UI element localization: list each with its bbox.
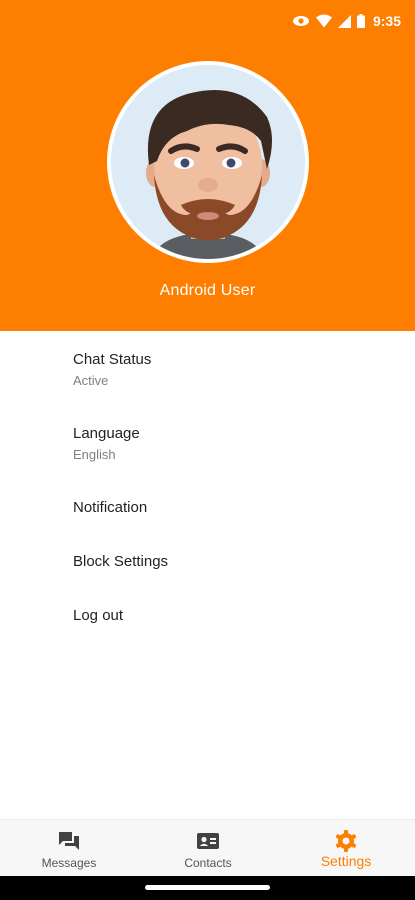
setting-block-settings[interactable]: Block Settings [73,552,373,572]
battery-icon [356,14,365,28]
setting-log-out[interactable]: Log out [73,606,373,626]
setting-title: Log out [73,607,124,624]
setting-title: Notification [73,499,148,516]
wifi-icon [315,14,332,28]
setting-title: Language [73,425,140,442]
gear-icon [334,829,358,853]
eye-icon [292,14,310,28]
bottom-navigation: Messages Contacts Settings [0,819,415,876]
setting-subtitle: Active [73,373,109,388]
home-gesture-bar[interactable] [145,885,270,890]
user-name: Android User [159,282,256,299]
nav-label: Contacts [184,856,232,870]
avatar[interactable] [107,61,309,263]
nav-label: Settings [320,853,372,869]
messages-icon [57,829,81,853]
setting-chat-status[interactable]: Chat Status Active [73,350,373,390]
setting-subtitle: English [73,447,116,462]
nav-label: Messages [41,856,97,870]
setting-title: Chat Status [73,351,152,368]
signal-icon [337,14,351,28]
status-time: 9:35 [372,13,401,29]
setting-language[interactable]: Language English [73,424,373,464]
nav-settings[interactable]: Settings [286,820,406,877]
nav-contacts[interactable]: Contacts [148,820,268,877]
system-gesture-area [0,876,415,900]
contacts-icon [196,829,220,853]
avatar-image [111,65,305,259]
status-bar: 9:35 [0,0,415,40]
nav-messages[interactable]: Messages [9,820,129,877]
profile-header: 9:35 Android User [0,0,415,331]
setting-notification[interactable]: Notification [73,498,373,518]
setting-title: Block Settings [73,553,169,570]
